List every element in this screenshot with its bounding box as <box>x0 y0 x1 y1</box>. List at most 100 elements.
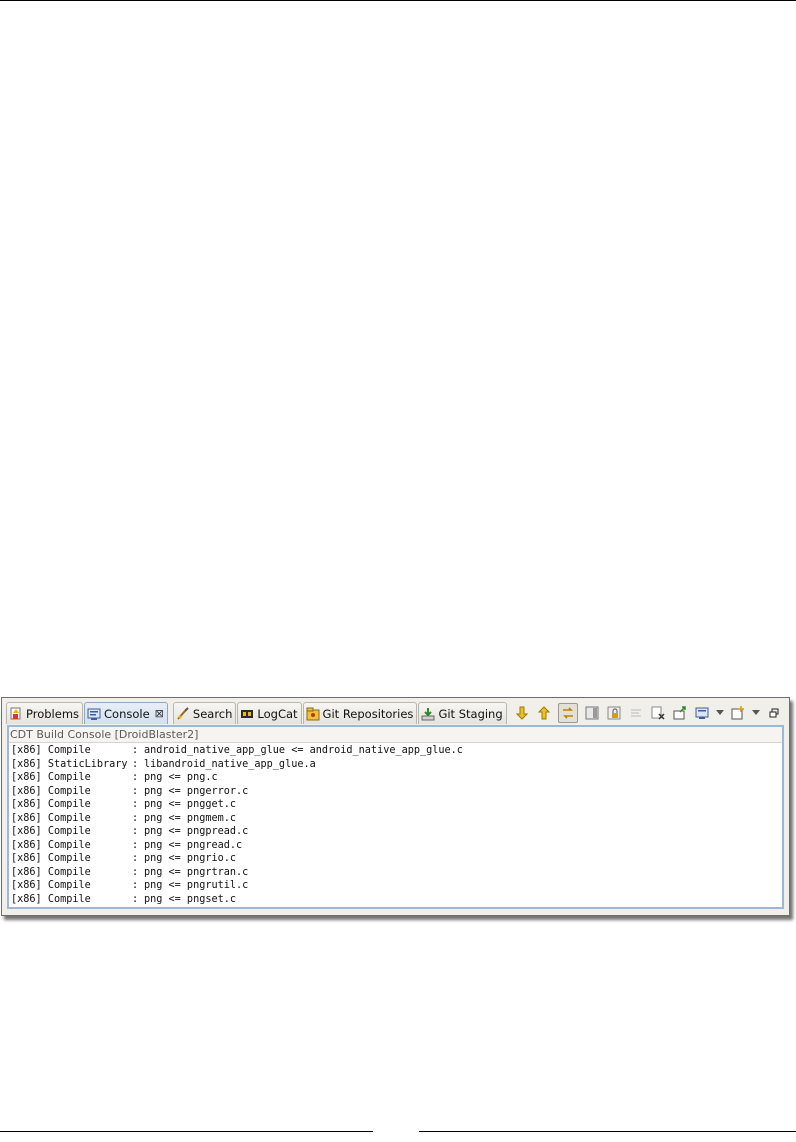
console-line-arch: [x86] <box>11 799 42 810</box>
console-line-detail: png <= pngpread.c <box>144 826 249 837</box>
problems-icon <box>9 707 23 721</box>
console-line-arch: [x86] <box>11 893 42 905</box>
console-line-detail: png <= pngget.c <box>144 799 237 810</box>
console-line-action-text: Compile <box>47 826 91 837</box>
tab-problems[interactable]: Problems <box>6 702 84 724</box>
minimize-icon[interactable] <box>766 705 782 721</box>
console-line-detail: png <= pngset.c <box>144 893 237 905</box>
tab-label: Git Repositories <box>322 706 414 721</box>
console-line-action-text: Compile <box>47 839 91 851</box>
console-line-separator: : <box>132 826 139 837</box>
new-console-icon[interactable] <box>730 705 746 721</box>
console-line: [x86] Compile: png <= pngpread.c <box>11 825 782 839</box>
console-line: [x86] Compile: png <= pngmem.c <box>11 812 782 826</box>
tab-label: Problems <box>26 706 80 721</box>
console-line-detail: png <= pngrio.c <box>144 853 237 864</box>
console-line-detail: png <= pngrtran.c <box>144 866 249 878</box>
console-pane[interactable]: CDT Build Console [DroidBlaster2] [x86] … <box>7 725 784 909</box>
console-icon <box>87 707 101 721</box>
console-line-separator: : <box>132 812 139 824</box>
tab-label: LogCat <box>257 706 298 721</box>
console-line-detail: png <= pngrutil.c <box>144 880 249 891</box>
console-output[interactable]: [x86] Compile: android_native_app_glue <=… <box>9 743 782 906</box>
console-line-action: [x86] Compile <box>11 825 132 839</box>
console-line-arch: [x86] <box>11 826 42 837</box>
chevron-down-icon[interactable] <box>751 705 760 721</box>
console-line-separator: : <box>132 772 139 783</box>
console-line-action: [x86] Compile <box>11 798 132 812</box>
console-line-action: [x86] Compile <box>11 812 132 826</box>
console-line: [x86] Compile: png <= pngget.c <box>11 798 782 812</box>
tab-git-staging[interactable]: Git Staging <box>418 702 507 724</box>
close-icon[interactable]: ⊠ <box>155 707 164 720</box>
console-line-action: [x86] StaticLibrary <box>11 758 132 772</box>
console-line-detail: libandroid_native_app_glue.a <box>144 758 316 770</box>
console-line-action: [x86] Compile <box>11 879 132 893</box>
view-tab-bar: Problems Console ⊠ Search LogCat Git Rep… <box>6 702 785 724</box>
link-with-editor-icon[interactable] <box>557 703 578 723</box>
console-line-action: [x86] Compile <box>11 852 132 866</box>
console-line-action-text: Compile <box>47 799 91 810</box>
tab-label: Search <box>192 706 233 721</box>
console-line-action: [x86] Compile <box>11 893 132 907</box>
footer-rule-right <box>419 1131 796 1132</box>
console-line-arch: [x86] <box>11 880 42 891</box>
console-line: [x86] Compile: png <= pngerror.c <box>11 785 782 799</box>
console-line-action: [x86] Compile <box>11 771 132 785</box>
console-line-detail: png <= png.c <box>144 772 218 783</box>
scroll-down-icon[interactable] <box>514 705 530 721</box>
search-icon <box>176 706 190 721</box>
console-line-action-text: StaticLibrary <box>47 758 128 770</box>
tab-git-repositories[interactable]: Git Repositories <box>302 702 418 724</box>
console-line-separator: : <box>132 785 139 797</box>
page-top-rule <box>0 0 796 1</box>
git-staging-icon <box>421 707 435 721</box>
tab-search[interactable]: Search <box>172 702 237 724</box>
console-line-arch: [x86] <box>11 745 42 756</box>
tab-label: Console <box>104 706 150 721</box>
tab-logcat[interactable]: LogCat <box>237 702 302 724</box>
tab-label: Git Staging <box>438 706 503 721</box>
remove-icon[interactable] <box>650 705 666 721</box>
console-line-arch: [x86] <box>11 812 42 824</box>
console-line: [x86] Compile: png <= png.c <box>11 771 782 785</box>
console-line-arch: [x86] <box>11 785 42 797</box>
console-line-separator: : <box>132 758 139 770</box>
console-line: [x86] Compile: png <= pngrtran.c <box>11 866 782 880</box>
console-line-action: [x86] Compile <box>11 744 132 758</box>
console-line-action: [x86] Compile <box>11 866 132 880</box>
console-line: [x86] Compile: png <= pngset.c <box>11 893 782 907</box>
console-line-separator: : <box>132 880 139 891</box>
console-toolbar <box>514 702 782 724</box>
lock-icon[interactable] <box>606 705 622 721</box>
console-line-separator: : <box>132 799 139 810</box>
console-line-action-text: Compile <box>47 866 91 878</box>
display-selected-console-icon[interactable] <box>694 705 710 721</box>
tab-console[interactable]: Console ⊠ <box>84 702 168 724</box>
pin-console-icon[interactable] <box>584 705 600 721</box>
console-line-separator: : <box>132 745 139 756</box>
console-title: CDT Build Console [DroidBlaster2] <box>9 727 782 743</box>
console-line-separator: : <box>132 893 139 905</box>
console-line-action: [x86] Compile <box>11 785 132 799</box>
console-line-action-text: Compile <box>47 893 91 905</box>
clear-icon[interactable] <box>628 705 644 721</box>
git-repositories-icon <box>306 707 320 721</box>
console-line-separator: : <box>132 839 139 851</box>
console-line-action-text: Compile <box>47 745 91 756</box>
console-line-arch: [x86] <box>11 758 42 770</box>
open-console-icon[interactable] <box>672 705 688 721</box>
console-line-action-text: Compile <box>47 772 91 783</box>
console-line-detail: png <= pngerror.c <box>144 785 249 797</box>
console-line: [x86] StaticLibrary: libandroid_native_ap… <box>11 758 782 772</box>
console-line-arch: [x86] <box>11 853 42 864</box>
console-line-arch: [x86] <box>11 772 42 783</box>
footer-rule-left <box>0 1131 373 1132</box>
chevron-down-icon[interactable] <box>715 705 724 721</box>
scroll-up-icon[interactable] <box>536 705 552 721</box>
console-line-action-text: Compile <box>47 880 91 891</box>
eclipse-console-view: Problems Console ⊠ Search LogCat Git Rep… <box>1 697 790 916</box>
console-line: [x86] Compile: png <= pngrutil.c <box>11 879 782 893</box>
console-line-action-text: Compile <box>47 853 91 864</box>
console-line: [x86] Compile: png <= pngrio.c <box>11 852 782 866</box>
